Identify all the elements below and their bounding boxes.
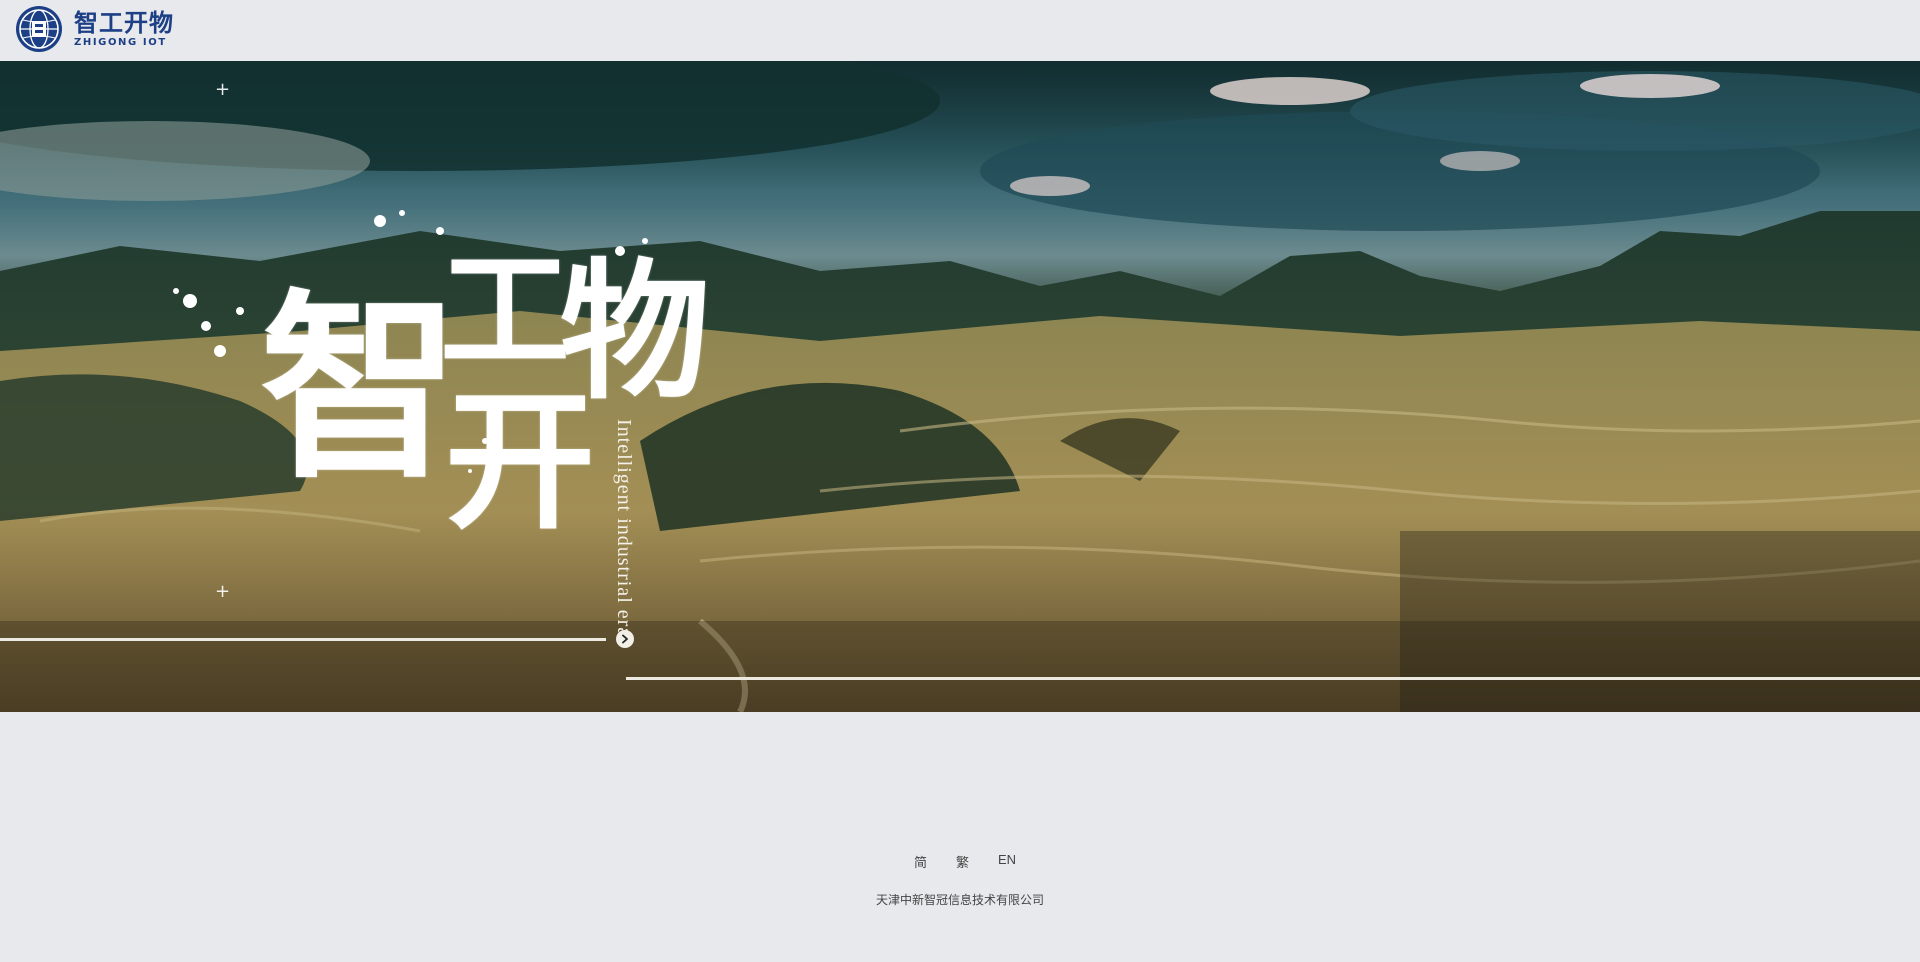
plus-mark-bottom: +: [215, 581, 231, 602]
divider-line-left: [0, 638, 606, 641]
title-char-wu: 物: [560, 244, 711, 420]
hero-tagline: Intelligent industrial era: [613, 419, 635, 638]
lang-simplified-link[interactable]: 简: [914, 852, 927, 871]
plus-mark-top: +: [215, 79, 231, 100]
logo-chinese-name: 智工开物: [74, 8, 174, 37]
site-header: 智工开物 ZHIGONG IOT: [0, 0, 1920, 61]
divider-line-right: [626, 677, 1920, 680]
lang-traditional-link[interactable]: 繁: [956, 852, 969, 871]
globe-logo-icon: [16, 6, 62, 52]
logo-english-name: ZHIGONG IOT: [74, 36, 167, 48]
language-switcher: 简 繁 EN: [0, 852, 1920, 871]
hero-banner: + + 智 工 开 物 Intelligent industrial era: [0, 61, 1920, 712]
chevron-right-icon: [622, 634, 628, 644]
company-name: 天津中新智冠信息技术有限公司: [875, 893, 1044, 907]
title-char-zhi: 智: [260, 271, 461, 506]
hero-next-button[interactable]: [616, 630, 634, 648]
lang-english-link[interactable]: EN: [998, 852, 1016, 871]
site-logo[interactable]: 智工开物 ZHIGONG IOT: [14, 5, 174, 53]
